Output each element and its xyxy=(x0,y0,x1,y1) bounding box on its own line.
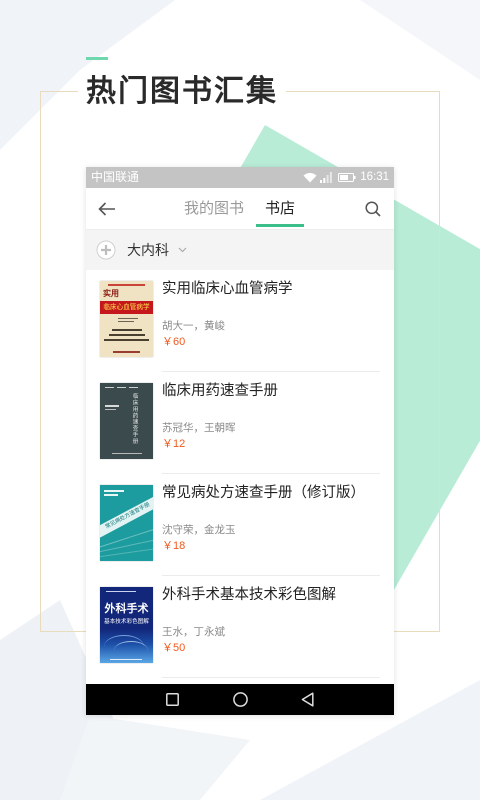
cover-decoration xyxy=(108,284,145,286)
cover-decoration xyxy=(110,659,142,660)
cover-decoration xyxy=(104,339,149,341)
cover-lettering: 实用 xyxy=(103,289,119,298)
cover-decoration xyxy=(114,641,148,660)
book-cover-image[interactable]: 临床用药速查手册 xyxy=(100,383,153,459)
book-list-item[interactable]: 实用 临床心血管病学 实用临床心血管病学 胡大一，黄峻 ￥60 xyxy=(86,270,394,372)
cover-decoration xyxy=(118,318,138,319)
cover-decoration xyxy=(105,405,119,407)
cover-lettering: 临床用药速查手册 xyxy=(131,393,137,445)
book-title: 常见病处方速查手册（修订版） xyxy=(162,485,365,501)
tab-my-books[interactable]: 我的图书 xyxy=(182,188,246,229)
cover-decoration xyxy=(113,351,140,353)
clock-time: 16:31 xyxy=(360,171,389,183)
book-cover-image[interactable]: 实用 临床心血管病学 xyxy=(100,281,153,357)
cover-decoration xyxy=(112,453,142,454)
cover-decoration xyxy=(105,387,114,388)
book-list-item[interactable]: 临床用药速查手册 临床用药速查手册 苏冠华，王朝晖 ￥12 xyxy=(86,372,394,474)
circle-home-icon[interactable] xyxy=(233,692,248,707)
cover-decoration xyxy=(104,494,118,496)
book-authors: 王水，丁永斌 xyxy=(162,626,225,638)
cover-lettering: 常见病处方速查手册 xyxy=(104,501,152,531)
tab-label: 我的图书 xyxy=(183,200,244,217)
cover-decoration xyxy=(118,321,134,322)
heading-accent-bar xyxy=(86,57,108,60)
cover-lettering: 临床心血管病学 xyxy=(103,304,150,311)
status-bar: 中国联通 16:31 xyxy=(86,167,394,188)
cover-decoration xyxy=(117,387,126,388)
category-selector[interactable]: 大内科 xyxy=(86,230,394,270)
wifi-icon xyxy=(303,172,317,183)
cover-lettering: 外科手术 xyxy=(104,603,149,615)
book-list-item[interactable]: 外科手术 基本技术彩色图解 外科手术基本技术彩色图解 王水，丁永斌 ￥50 xyxy=(86,576,394,678)
book-cover-image[interactable]: 常见病处方速查手册 xyxy=(100,485,153,561)
plus-circle-icon xyxy=(96,240,116,260)
cover-decoration xyxy=(106,591,136,592)
book-authors: 苏冠华，王朝晖 xyxy=(162,422,236,434)
cover-decoration xyxy=(109,334,145,336)
book-authors: 沈守荣，金龙玉 xyxy=(162,524,236,536)
system-nav-bar xyxy=(86,684,394,715)
battery-icon xyxy=(338,173,356,182)
search-icon[interactable] xyxy=(365,201,381,217)
signal-icon xyxy=(320,172,332,183)
category-label: 大内科 xyxy=(127,242,169,258)
book-price: ￥60 xyxy=(162,336,186,348)
cover-decoration xyxy=(105,409,116,410)
tab-bookstore[interactable]: 书店 xyxy=(254,188,306,229)
book-cover-image[interactable]: 外科手术 基本技术彩色图解 xyxy=(100,587,153,663)
top-nav-bar: 我的图书 书店 xyxy=(86,188,394,230)
triangle-back-icon[interactable] xyxy=(301,692,314,707)
cover-lettering: 基本技术彩色图解 xyxy=(104,619,149,625)
cover-decoration xyxy=(100,537,153,554)
list-divider xyxy=(162,677,380,678)
phone-screen: 中国联通 16:31 我的图书 书店 大内科 实用 临床心血管病学 实用临床心血… xyxy=(86,167,394,715)
book-title: 外科手术基本技术彩色图解 xyxy=(162,587,336,603)
book-price: ￥18 xyxy=(162,540,186,552)
book-price: ￥12 xyxy=(162,438,186,450)
book-title: 临床用药速查手册 xyxy=(162,383,278,399)
book-price: ￥50 xyxy=(162,642,186,654)
cover-decoration xyxy=(104,490,124,492)
back-arrow-icon[interactable] xyxy=(98,202,116,216)
book-list-item[interactable]: 常见病处方速查手册 常见病处方速查手册（修订版） 沈守荣，金龙玉 ￥18 xyxy=(86,474,394,576)
carrier-name: 中国联通 xyxy=(91,170,140,184)
tab-label: 书店 xyxy=(264,200,295,217)
square-recents-icon[interactable] xyxy=(166,693,179,706)
cover-decoration xyxy=(129,387,138,388)
book-list: 实用 临床心血管病学 实用临床心血管病学 胡大一，黄峻 ￥60 临床用药速查手册… xyxy=(86,270,394,678)
cover-title-band: 临床心血管病学 xyxy=(100,301,153,314)
chevron-down-icon xyxy=(178,247,187,253)
book-title: 实用临床心血管病学 xyxy=(162,281,293,297)
cover-decoration xyxy=(112,329,142,331)
book-authors: 胡大一，黄峻 xyxy=(162,320,225,332)
page-title: 热门图书汇集 xyxy=(78,73,286,111)
